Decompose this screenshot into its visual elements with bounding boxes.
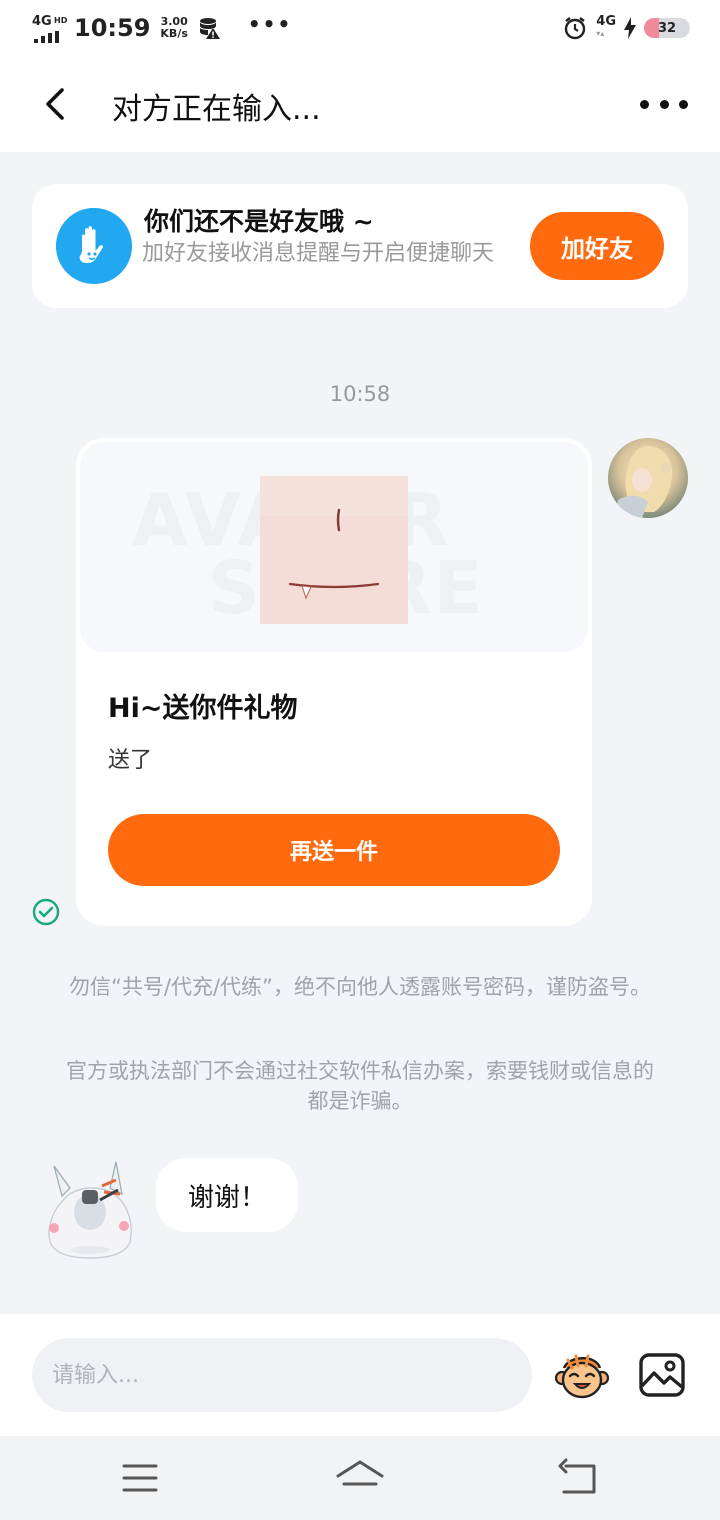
gift-title: Hi~送你件礼物 (108, 693, 298, 724)
received-message-bubble[interactable]: 谢谢！ (156, 1158, 299, 1232)
image-button[interactable] (638, 1352, 686, 1398)
check-circle-icon (32, 898, 60, 926)
more-dots-icon (640, 99, 649, 109)
my-avatar[interactable] (608, 438, 688, 518)
send-another-gift-button[interactable]: 再送一件 (108, 814, 560, 886)
database-warning-icon (199, 18, 220, 39)
network-type: 4G (32, 14, 52, 29)
status-time: 10:59 (74, 14, 151, 42)
status-overflow-icon: ••• (247, 12, 293, 36)
message-text: 谢谢！ (188, 1182, 267, 1213)
system-navigation-bar (0, 1436, 720, 1520)
gift-message-card[interactable]: AVATAR STORE Hi~送你件礼物 送了 再送一件 (76, 438, 592, 926)
network-speed: 3.00 KB/s (160, 16, 187, 40)
more-options-button[interactable] (640, 88, 688, 120)
emoji-button[interactable] (554, 1352, 610, 1402)
home-button[interactable] (332, 1456, 388, 1500)
add-friend-button[interactable]: 加好友 (530, 212, 664, 280)
page-title: 对方正在输入... (112, 92, 321, 127)
charging-icon (624, 17, 636, 39)
battery-indicator: 32 (644, 18, 690, 38)
menu-icon (122, 1464, 158, 1492)
hand-icon (56, 208, 132, 284)
chevron-left-icon (46, 88, 64, 120)
gift-subtitle: 送了 (108, 748, 153, 773)
network-type-right: 4G (596, 14, 616, 29)
contact-avatar[interactable] (40, 1156, 140, 1260)
status-bar: 4G HD 10:59 3.00 KB/s ••• 4G ▾▴ 32 (0, 0, 720, 56)
battery-level: 32 (657, 20, 677, 36)
gift-image-area: AVATAR STORE (80, 442, 588, 652)
fraud-notice: 官方或执法部门不会通过社交软件私信办案，索要钱财或信息的都是诈骗。 (66, 1059, 654, 1113)
back-button[interactable] (36, 82, 76, 126)
network-hd-label: HD (54, 16, 68, 25)
banner-title: 你们还不是好友哦 ~ (144, 207, 374, 236)
message-timestamp: 10:58 (329, 382, 391, 406)
image-icon (639, 1353, 685, 1397)
not-friend-banner: 你们还不是好友哦 ~ 加好友接收消息提醒与开启便捷聊天 加好友 (32, 184, 688, 308)
home-icon (336, 1460, 384, 1486)
back-icon (558, 1458, 596, 1494)
speed-unit: KB/s (160, 27, 188, 40)
network-signal-icon: 4G HD (30, 13, 68, 43)
system-back-button[interactable] (552, 1456, 608, 1500)
banner-description: 加好友接收消息提醒与开启便捷聊天 (142, 241, 495, 266)
gift-image (260, 476, 408, 624)
mobile-signal-icon: 4G ▾▴ (596, 14, 616, 38)
security-notice: 勿信“共号/代充/代练”，绝不向他人透露账号密码，谨防盗号。 (69, 975, 651, 999)
menu-button[interactable] (112, 1456, 168, 1500)
message-input[interactable] (32, 1338, 532, 1412)
chat-header: 对方正在输入... (0, 56, 720, 152)
alarm-icon (565, 17, 586, 40)
chat-screen: 4G HD 10:59 3.00 KB/s ••• 4G ▾▴ 32 对方正在输… (0, 0, 720, 1520)
input-bar (0, 1314, 720, 1436)
monkey-emoji-icon (554, 1354, 610, 1399)
